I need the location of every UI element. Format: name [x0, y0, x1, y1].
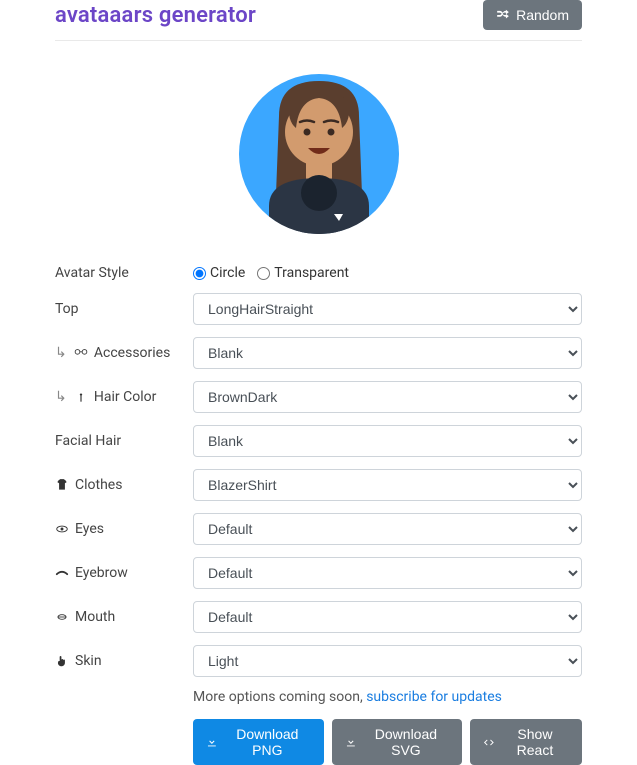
avatar-style-label: Avatar Style — [55, 265, 193, 281]
mouth-select[interactable]: Default — [193, 601, 582, 633]
avatar-style-row: Avatar StyleCircle Transparent — [55, 265, 582, 281]
accessories-row: AccessoriesBlank — [55, 337, 582, 369]
random-button[interactable]: Random — [483, 0, 582, 30]
skin-row: SkinLight — [55, 645, 582, 677]
clothes-row: ClothesBlazerShirt — [55, 469, 582, 501]
accessories-label: Accessories — [55, 345, 193, 361]
mouth-label: Mouth — [55, 609, 193, 625]
avatar-image — [239, 66, 399, 241]
clothes-select[interactable]: BlazerShirt — [193, 469, 582, 501]
facialhair-row: Facial HairBlank — [55, 425, 582, 457]
more-options-note: More options coming soon, subscribe for … — [193, 689, 582, 705]
eye-icon — [55, 522, 69, 536]
skin-select[interactable]: Light — [193, 645, 582, 677]
haircolor-select[interactable]: BrownDark — [193, 381, 582, 413]
tshirt-icon — [55, 478, 69, 492]
top-label: Top — [55, 301, 193, 317]
download-svg-button[interactable]: Download SVG — [332, 719, 462, 765]
hand-icon — [55, 654, 69, 668]
show-react-button[interactable]: Show React — [470, 719, 582, 765]
random-button-label: Random — [516, 7, 569, 23]
haircolor-row: Hair ColorBrownDark — [55, 381, 582, 413]
mouth-icon — [55, 610, 69, 624]
clothes-label: Clothes — [55, 477, 193, 493]
skin-label: Skin — [55, 653, 193, 669]
facialhair-select[interactable]: Blank — [193, 425, 582, 457]
download-button-row: Download PNG Download SVG Show React — [193, 719, 582, 765]
top-row: TopLongHairStraight — [55, 293, 582, 325]
code-icon — [483, 736, 495, 749]
mouth-row: MouthDefault — [55, 601, 582, 633]
facialhair-label: Facial Hair — [55, 433, 193, 449]
eyes-row: EyesDefault — [55, 513, 582, 545]
top-select[interactable]: LongHairStraight — [193, 293, 582, 325]
shuffle-icon — [496, 8, 510, 22]
eyebrow-row: EyebrowDefault — [55, 557, 582, 589]
download-png-button[interactable]: Download PNG — [193, 719, 324, 765]
header: avataaars generator Random — [55, 0, 582, 41]
download-icon — [206, 736, 218, 749]
eyebrow-select[interactable]: Default — [193, 557, 582, 589]
subscribe-link[interactable]: subscribe for updates — [366, 689, 502, 705]
avatar-style-circle-radio[interactable] — [193, 267, 206, 280]
page-title: avataaars generator — [55, 3, 256, 28]
palette-icon — [74, 390, 88, 404]
glasses-icon — [74, 346, 88, 360]
brow-icon — [55, 566, 69, 580]
haircolor-label: Hair Color — [55, 389, 193, 405]
avatar-style-transparent[interactable]: Transparent — [257, 265, 349, 281]
eyes-select[interactable]: Default — [193, 513, 582, 545]
download-icon — [345, 736, 357, 749]
eyes-label: Eyes — [55, 521, 193, 537]
accessories-select[interactable]: Blank — [193, 337, 582, 369]
avatar-style-transparent-radio[interactable] — [257, 267, 270, 280]
eyebrow-label: Eyebrow — [55, 565, 193, 581]
avatar-preview — [55, 66, 582, 245]
avatar-style-options: Circle Transparent — [193, 265, 582, 281]
avatar-style-circle[interactable]: Circle — [193, 265, 245, 281]
